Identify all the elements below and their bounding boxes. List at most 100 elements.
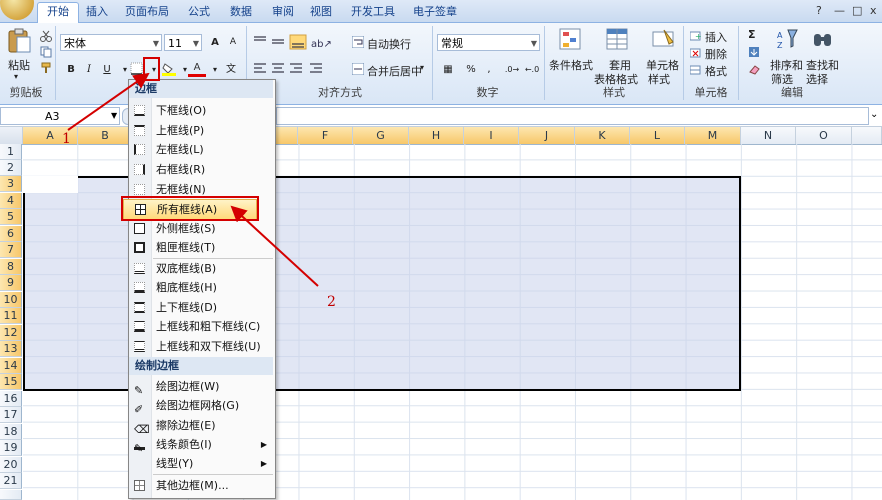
wrap-text-button[interactable]: 自动换行 — [367, 36, 411, 52]
paste-icon[interactable] — [6, 28, 32, 54]
clear-icon[interactable] — [748, 63, 760, 75]
format-cells-button[interactable]: 格式 — [705, 63, 727, 79]
format-painter-icon[interactable] — [40, 62, 52, 74]
menu-item-top-bottom-border[interactable]: 上下框线(D) — [129, 298, 273, 317]
row-header[interactable]: 14 — [0, 358, 22, 374]
menu-item-bottom-border[interactable]: 下框线(O) — [129, 101, 273, 120]
vertical-align-buttons[interactable] — [252, 34, 308, 50]
row-header[interactable]: 2 — [0, 160, 22, 176]
insert-cells-button[interactable]: 插入 — [705, 29, 727, 45]
row-header[interactable] — [0, 490, 22, 500]
row-header[interactable]: 16 — [0, 391, 22, 407]
menu-item-line-style[interactable]: 线型(Y) ▶ — [129, 454, 273, 473]
merge-center-button[interactable]: 合并后居中 — [367, 63, 422, 79]
row-header[interactable]: 11 — [0, 308, 22, 324]
tab-formulas[interactable]: 公式 — [182, 3, 216, 21]
conditional-format-button[interactable]: 条件格式 — [549, 57, 593, 73]
increase-decimal-button[interactable]: .0→ — [502, 61, 522, 78]
font-color-button[interactable]: A — [188, 61, 206, 77]
font-name-combo[interactable]: 宋体 ▼ — [60, 34, 162, 51]
table-format-label-2[interactable]: 表格格式 — [594, 71, 638, 87]
menu-item-more-borders[interactable]: 其他边框(M)... — [129, 476, 273, 495]
menu-item-top-border[interactable]: 上框线(P) — [129, 121, 273, 140]
column-header[interactable]: G — [353, 127, 409, 144]
menu-item-top-double-bottom-border[interactable]: 上框线和双下框线(U) — [129, 337, 273, 356]
active-cell[interactable] — [23, 176, 78, 193]
menu-item-top-thick-bottom-border[interactable]: 上框线和粗下框线(C) — [129, 317, 273, 336]
menu-item-draw-border[interactable]: ✎ 绘图边框(W) — [129, 377, 273, 397]
italic-button[interactable]: I — [80, 61, 98, 78]
tab-data[interactable]: 数据 — [224, 3, 258, 21]
column-header[interactable]: N — [741, 127, 796, 144]
close-icon[interactable]: x — [870, 4, 877, 17]
fill-icon[interactable] — [748, 46, 760, 58]
tab-page-layout[interactable]: 页面布局 — [120, 3, 174, 21]
orientation-icon[interactable]: ab↗ — [310, 34, 334, 50]
sort-filter-label-2[interactable]: 筛选 — [771, 71, 793, 87]
row-header[interactable]: 21 — [0, 473, 22, 489]
menu-item-erase-border[interactable]: ⌫ 擦除边框(E) — [129, 416, 273, 436]
menu-item-left-border[interactable]: 左框线(L) — [129, 140, 273, 159]
row-header[interactable]: 18 — [0, 424, 22, 440]
row-header[interactable]: 4 — [0, 193, 22, 209]
row-header[interactable]: 10 — [0, 292, 22, 308]
phonetic-button[interactable]: 文 — [220, 61, 242, 78]
column-header[interactable]: I — [464, 127, 519, 144]
row-header[interactable]: 8 — [0, 259, 22, 275]
row-header[interactable]: 19 — [0, 440, 22, 456]
row-header[interactable]: 17 — [0, 407, 22, 423]
decrease-decimal-button[interactable]: ←.0 — [522, 61, 542, 78]
horizontal-align-buttons[interactable] — [252, 61, 332, 77]
tab-home[interactable]: 开始 — [37, 2, 79, 23]
paste-dropdown-icon[interactable]: ▾ — [14, 72, 18, 81]
row-header[interactable]: 6 — [0, 226, 22, 242]
tab-insert[interactable]: 插入 — [80, 3, 114, 21]
cut-icon[interactable] — [40, 30, 52, 42]
row-header[interactable]: 3 — [0, 176, 22, 192]
tab-review[interactable]: 审阅 — [266, 3, 300, 21]
merge-dropdown-icon[interactable]: ▾ — [420, 63, 424, 72]
paste-button[interactable]: 粘贴 — [8, 57, 30, 73]
formula-input[interactable] — [276, 107, 869, 125]
row-header[interactable]: 12 — [0, 325, 22, 341]
select-all-corner[interactable] — [0, 127, 23, 144]
percent-button[interactable]: % — [462, 61, 480, 78]
shrink-font-button[interactable]: A — [224, 34, 242, 51]
cell-style-label-2[interactable]: 样式 — [648, 71, 670, 87]
find-select-label-2[interactable]: 选择 — [806, 71, 828, 87]
font-size-combo[interactable]: 11 ▼ — [164, 34, 202, 51]
tab-developer[interactable]: 开发工具 — [346, 3, 400, 21]
column-header[interactable]: H — [409, 127, 464, 144]
autosum-button[interactable]: Σ — [748, 28, 756, 41]
number-format-combo[interactable]: 常规 ▼ — [437, 34, 540, 51]
menu-item-thick-bottom-border[interactable]: 粗底框线(H) — [129, 278, 273, 297]
row-header[interactable]: 7 — [0, 242, 22, 258]
column-header[interactable]: M — [685, 127, 741, 144]
menu-item-right-border[interactable]: 右框线(R) — [129, 160, 273, 179]
copy-icon[interactable] — [40, 46, 52, 58]
delete-cells-button[interactable]: 删除 — [705, 46, 727, 62]
row-header[interactable]: 13 — [0, 341, 22, 357]
office-button[interactable] — [0, 0, 34, 20]
column-header[interactable]: O — [796, 127, 852, 144]
border-icon[interactable] — [130, 62, 144, 76]
column-header[interactable]: L — [630, 127, 685, 144]
currency-format-icon[interactable]: ▦ — [438, 61, 458, 78]
tab-view[interactable]: 视图 — [304, 3, 338, 21]
column-header[interactable] — [852, 127, 882, 144]
menu-item-double-bottom-border[interactable]: 双底框线(B) — [129, 259, 273, 278]
restore-icon[interactable]: □ — [852, 4, 862, 17]
menu-item-line-color[interactable]: ✎ 线条颜色(I) ▶ — [129, 435, 273, 455]
help-icon[interactable]: ? — [816, 4, 822, 17]
row-header[interactable]: 9 — [0, 275, 22, 291]
column-header[interactable]: B — [78, 127, 133, 144]
minimize-icon[interactable]: — — [834, 4, 845, 17]
column-header[interactable]: K — [575, 127, 630, 144]
column-header[interactable]: F — [298, 127, 353, 144]
menu-item-draw-border-grid[interactable]: ✐ 绘图边框网格(G) — [129, 396, 273, 416]
tab-e-signature[interactable]: 电子签章 — [408, 3, 462, 21]
column-header[interactable]: J — [519, 127, 575, 144]
row-header[interactable]: 15 — [0, 374, 22, 390]
menu-item-outside-borders[interactable]: 外侧框线(S) — [129, 219, 273, 238]
comma-button[interactable]: , — [480, 61, 498, 78]
